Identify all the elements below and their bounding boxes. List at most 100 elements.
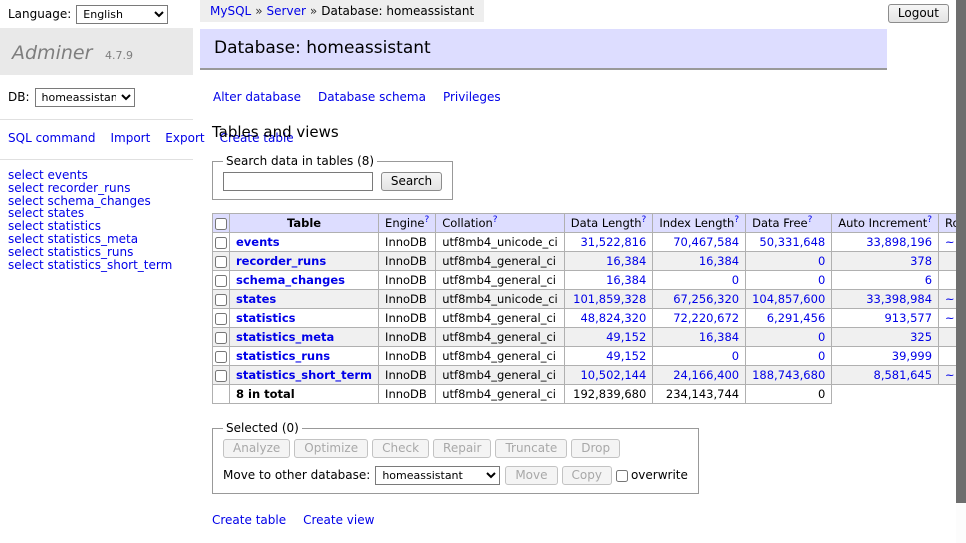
table-name-link[interactable]: statistics (236, 311, 296, 325)
auto_increment-link[interactable]: 378 (910, 254, 932, 268)
data_free-link[interactable]: 6,291,456 (767, 311, 826, 325)
table-name-link[interactable]: statistics_runs (236, 349, 330, 363)
data_free-cell: 0 (746, 347, 832, 366)
collation-cell: utf8mb4_general_ci (436, 328, 565, 347)
select-all-checkbox[interactable] (215, 218, 227, 230)
breadcrumb: MySQL»Server»Database: homeassistant (200, 0, 484, 22)
table-total-row: 8 in totalInnoDButf8mb4_general_ci192,83… (213, 385, 966, 404)
data_free-link[interactable]: 0 (818, 254, 825, 268)
help-link[interactable]: ? (734, 215, 739, 225)
auto_increment-link[interactable]: 33,898,196 (866, 235, 932, 249)
table-name-link[interactable]: recorder_runs (236, 254, 326, 268)
data_free-link[interactable]: 188,743,680 (752, 368, 825, 382)
data_length-link[interactable]: 10,502,144 (580, 368, 646, 382)
breadcrumb-separator: » (255, 4, 262, 18)
index_length-link[interactable]: 70,467,584 (673, 235, 739, 249)
row-checkbox[interactable] (215, 351, 227, 363)
data_free-cell: 0 (746, 271, 832, 290)
row-checkbox[interactable] (215, 332, 227, 344)
index_length-link[interactable]: 16,384 (699, 254, 739, 268)
table-name-link[interactable]: schema_changes (236, 273, 345, 287)
row-checkbox[interactable] (215, 275, 227, 287)
repair-button[interactable]: Repair (433, 439, 491, 458)
search-input[interactable] (223, 172, 373, 191)
db-chooser: DB:homeassistant (0, 75, 193, 120)
auto_increment-link[interactable]: 913,577 (884, 311, 932, 325)
overwrite-label[interactable]: overwrite (631, 468, 688, 482)
vertical-scrollbar[interactable] (956, 0, 966, 543)
data_length-link[interactable]: 16,384 (606, 273, 646, 287)
row-checkbox[interactable] (215, 313, 227, 325)
optimize-button[interactable]: Optimize (294, 439, 368, 458)
column-header-index_length: Index Length? (653, 214, 746, 233)
page-title: Database: homeassistant (200, 29, 887, 70)
table-name-cell: states (230, 290, 379, 309)
data_length-link[interactable]: 48,824,320 (580, 311, 646, 325)
index_length-link[interactable]: 0 (732, 349, 739, 363)
data_free-link[interactable]: 50,331,648 (759, 235, 825, 249)
row-checkbox[interactable] (215, 294, 227, 306)
menu-link-sql-command[interactable]: SQL command (8, 131, 95, 145)
help-link[interactable]: ? (493, 215, 498, 225)
truncate-button[interactable]: Truncate (495, 439, 567, 458)
move-button[interactable]: Move (505, 466, 557, 485)
help-link[interactable]: ? (642, 215, 647, 225)
data_free-link[interactable]: 0 (818, 330, 825, 344)
action-link-alter-database[interactable]: Alter database (213, 90, 301, 104)
adminer-logo[interactable]: Adminer (12, 42, 92, 64)
drop-button[interactable]: Drop (571, 439, 620, 458)
index_length-link[interactable]: 72,220,672 (673, 311, 739, 325)
data_length-link[interactable]: 16,384 (606, 254, 646, 268)
sidebar-table-link[interactable]: select statistics_short_term (8, 258, 172, 272)
language-select[interactable]: English (76, 5, 168, 24)
index_length-link[interactable]: 0 (732, 273, 739, 287)
table-name-link[interactable]: states (236, 292, 276, 306)
index_length-cell: 72,220,672 (653, 309, 746, 328)
help-link[interactable]: ? (424, 215, 429, 225)
auto_increment-link[interactable]: 325 (910, 330, 932, 344)
analyze-button[interactable]: Analyze (223, 439, 290, 458)
data_length-link[interactable]: 49,152 (606, 330, 646, 344)
index_length-link[interactable]: 24,166,400 (673, 368, 739, 382)
engine-cell: InnoDB (379, 233, 436, 252)
sidebar-table-item: select statistics_short_term (8, 259, 185, 272)
data_free-link[interactable]: 104,857,600 (752, 292, 825, 306)
row-checkbox[interactable] (215, 237, 227, 249)
index_length-link[interactable]: 16,384 (699, 330, 739, 344)
copy-button[interactable]: Copy (562, 466, 612, 485)
auto_increment-link[interactable]: 8,581,645 (874, 368, 933, 382)
help-link[interactable]: ? (808, 215, 813, 225)
data_length-link[interactable]: 49,152 (606, 349, 646, 363)
row-checkbox[interactable] (215, 370, 227, 382)
create-link-create-table[interactable]: Create table (212, 513, 286, 527)
index_length-link[interactable]: 67,256,320 (673, 292, 739, 306)
action-link-privileges[interactable]: Privileges (443, 90, 501, 104)
column-header-label: Collation (442, 216, 493, 230)
check-button[interactable]: Check (372, 439, 429, 458)
create-link-create-view[interactable]: Create view (303, 513, 374, 527)
action-link-database-schema[interactable]: Database schema (318, 90, 426, 104)
table-name-link[interactable]: statistics_short_term (236, 368, 372, 382)
move-db-select[interactable]: homeassistant (375, 466, 500, 485)
menu-link-export[interactable]: Export (165, 131, 204, 145)
search-button[interactable]: Search (381, 172, 442, 191)
auto_increment-link[interactable]: 6 (925, 273, 932, 287)
scrollbar-thumb[interactable] (956, 0, 966, 503)
overwrite-checkbox[interactable] (616, 470, 628, 482)
menu-link-import[interactable]: Import (110, 131, 150, 145)
data_free-link[interactable]: 0 (818, 273, 825, 287)
breadcrumb-link[interactable]: MySQL (210, 4, 251, 18)
auto_increment-link[interactable]: 39,999 (892, 349, 932, 363)
help-link[interactable]: ? (927, 215, 932, 225)
auto_increment-link[interactable]: 33,398,984 (866, 292, 932, 306)
tables-section-title: Tables and views (212, 123, 906, 141)
table-name-link[interactable]: events (236, 235, 280, 249)
data_length-link[interactable]: 101,859,328 (573, 292, 646, 306)
table-row: schema_changesInnoDButf8mb4_general_ci16… (213, 271, 966, 290)
db-select[interactable]: homeassistant (35, 88, 135, 107)
row-checkbox[interactable] (215, 256, 227, 268)
breadcrumb-link[interactable]: Server (267, 4, 306, 18)
table-name-link[interactable]: statistics_meta (236, 330, 334, 344)
data_length-link[interactable]: 31,522,816 (580, 235, 646, 249)
data_free-link[interactable]: 0 (818, 349, 825, 363)
